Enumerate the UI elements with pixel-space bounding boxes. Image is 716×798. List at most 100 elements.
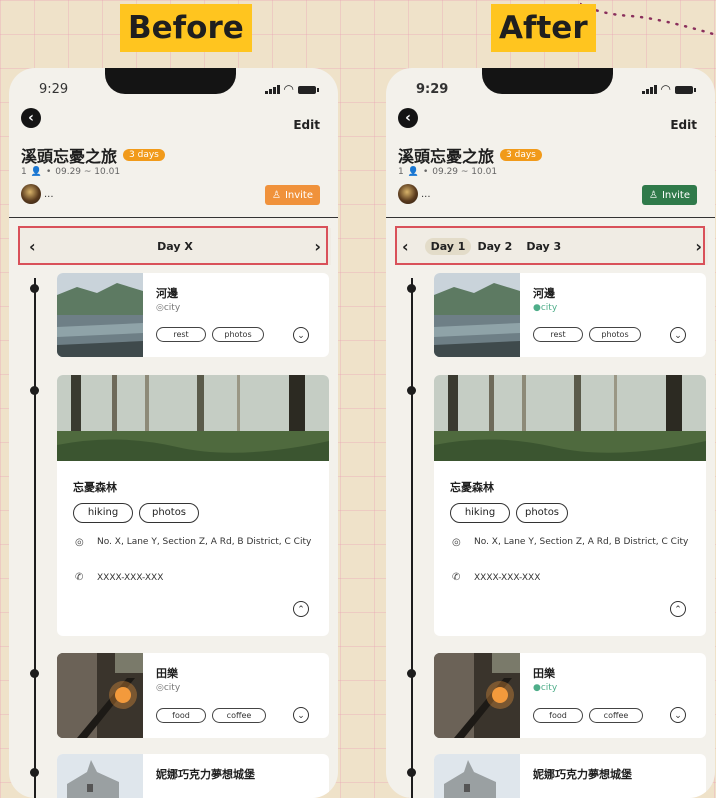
- trip-title-row: 溪頭忘憂之旅 3 days: [21, 143, 165, 167]
- place-card[interactable]: 田樂 ◎city food coffee ⌄: [57, 653, 329, 738]
- place-photo: [57, 754, 143, 798]
- city-label: city: [163, 303, 181, 313]
- expand-chevron-icon[interactable]: ⌄: [670, 707, 686, 723]
- collapse-chevron-icon[interactable]: ⌃: [670, 601, 686, 617]
- tag-chip[interactable]: photos: [212, 327, 264, 342]
- tag-chip[interactable]: food: [533, 708, 583, 723]
- status-time: 9:29: [416, 82, 449, 97]
- person-icon: 👤: [407, 167, 419, 177]
- invite-button[interactable]: ♙ Invite: [264, 185, 320, 205]
- location-pin-icon: ◎: [452, 537, 461, 548]
- timeline-dot: [407, 386, 416, 395]
- phone-notch: [482, 68, 613, 94]
- place-name: 忘憂森林: [450, 481, 494, 494]
- wifi-icon: ◠: [283, 82, 294, 96]
- tag-chip[interactable]: rest: [156, 327, 206, 342]
- timeline-dot: [30, 386, 39, 395]
- timeline-dot: [407, 669, 416, 678]
- place-card[interactable]: 田樂 ●city food coffee ⌄: [434, 653, 706, 738]
- header-divider: [386, 217, 715, 218]
- tag-chip[interactable]: coffee: [212, 708, 266, 723]
- collapse-chevron-icon[interactable]: ⌃: [293, 601, 309, 617]
- place-city: ●city: [533, 303, 557, 313]
- place-card[interactable]: 妮娜巧克力夢想城堡: [434, 754, 706, 798]
- tag-chip[interactable]: photos: [139, 503, 199, 523]
- expand-chevron-icon[interactable]: ⌄: [293, 327, 309, 343]
- phone-icon: ✆: [452, 572, 461, 583]
- more-members[interactable]: ...: [421, 189, 431, 200]
- place-name: 妮娜巧克力夢想城堡: [156, 768, 255, 781]
- location-pin-icon: ●: [533, 683, 541, 693]
- place-card[interactable]: 河邊 ◎city rest photos ⌄: [57, 273, 329, 357]
- tag-chip[interactable]: photos: [516, 503, 568, 523]
- highlight-box: [395, 226, 705, 265]
- timeline-dot: [30, 284, 39, 293]
- location-pin-icon: ◎: [156, 683, 164, 693]
- tag-chip[interactable]: photos: [589, 327, 641, 342]
- place-card-expanded[interactable]: 忘憂森林 hiking photos ◎ No. X, Lane Y, Sect…: [434, 375, 706, 636]
- person-add-icon: ♙: [271, 189, 281, 201]
- location-pin-icon: ◎: [156, 303, 164, 313]
- timeline-dot: [407, 768, 416, 777]
- trip-title: 溪頭忘憂之旅: [398, 147, 495, 166]
- person-icon: 👤: [30, 167, 42, 177]
- tag-chip[interactable]: food: [156, 708, 206, 723]
- avatar[interactable]: [398, 184, 418, 204]
- place-phone: XXXX-XXX-XXX: [97, 573, 164, 583]
- tag-chip[interactable]: coffee: [589, 708, 643, 723]
- place-photo: [57, 653, 143, 738]
- avatar[interactable]: [21, 184, 41, 204]
- people-count: 1: [21, 167, 27, 177]
- place-name: 忘憂森林: [73, 481, 117, 494]
- place-address: No. X, Lane Y, Section Z, A Rd, B Distri…: [474, 537, 689, 547]
- meta-dot: •: [422, 167, 429, 177]
- place-card[interactable]: 妮娜巧克力夢想城堡: [57, 754, 329, 798]
- expand-chevron-icon[interactable]: ⌄: [670, 327, 686, 343]
- trip-dates: 09.29 ~ 10.01: [55, 167, 121, 177]
- tag-chip[interactable]: hiking: [73, 503, 133, 523]
- meta-dot: •: [45, 167, 52, 177]
- place-photo: [434, 653, 520, 738]
- decorative-dots: [580, 2, 716, 37]
- timeline-dot: [407, 284, 416, 293]
- invite-button[interactable]: ♙ Invite: [641, 185, 697, 205]
- place-address: No. X, Lane Y, Section Z, A Rd, B Distri…: [97, 537, 312, 547]
- status-icons: ◠: [641, 83, 696, 95]
- invite-label: Invite: [661, 189, 690, 201]
- timeline-dot: [30, 669, 39, 678]
- place-name: 田樂: [156, 667, 178, 680]
- after-phone: 9:29 ◠ ‹ Edit 溪頭忘憂之旅 3 days 1 👤 • 09.29 …: [386, 68, 715, 798]
- place-card[interactable]: 河邊 ●city rest photos ⌄: [434, 273, 706, 357]
- signal-icon: [641, 85, 657, 94]
- place-photo: [434, 375, 706, 461]
- timeline-line: [411, 278, 413, 798]
- edit-button[interactable]: Edit: [293, 118, 320, 132]
- invite-label: Invite: [284, 189, 313, 201]
- before-phone: 9:29 ◠ ‹ Edit 溪頭忘憂之旅 3 days 1 👤 • 09.29 …: [9, 68, 338, 798]
- tag-chip[interactable]: rest: [533, 327, 583, 342]
- back-arrow-icon[interactable]: ‹: [21, 108, 41, 128]
- tag-chip[interactable]: hiking: [450, 503, 510, 523]
- after-heading: After: [491, 4, 596, 52]
- expand-chevron-icon[interactable]: ⌄: [293, 707, 309, 723]
- place-city: ●city: [533, 683, 557, 693]
- days-badge: 3 days: [500, 149, 542, 161]
- member-avatars[interactable]: ...: [398, 184, 431, 204]
- city-label: city: [540, 683, 558, 693]
- status-time: 9:29: [39, 82, 69, 97]
- member-avatars[interactable]: ...: [21, 184, 54, 204]
- place-card-expanded[interactable]: 忘憂森林 hiking photos ◎ No. X, Lane Y, Sect…: [57, 375, 329, 636]
- place-name: 河邊: [156, 287, 178, 300]
- person-add-icon: ♙: [648, 189, 658, 201]
- highlight-box: [18, 226, 328, 265]
- trip-title-row: 溪頭忘憂之旅 3 days: [398, 143, 542, 167]
- status-icons: ◠: [264, 82, 319, 96]
- place-city: ◎city: [156, 303, 180, 313]
- more-members[interactable]: ...: [44, 189, 54, 200]
- edit-button[interactable]: Edit: [670, 118, 697, 132]
- trip-title: 溪頭忘憂之旅: [21, 147, 118, 166]
- city-label: city: [540, 303, 558, 313]
- back-arrow-icon[interactable]: ‹: [398, 108, 418, 128]
- days-badge: 3 days: [123, 149, 165, 161]
- battery-icon: [298, 86, 319, 94]
